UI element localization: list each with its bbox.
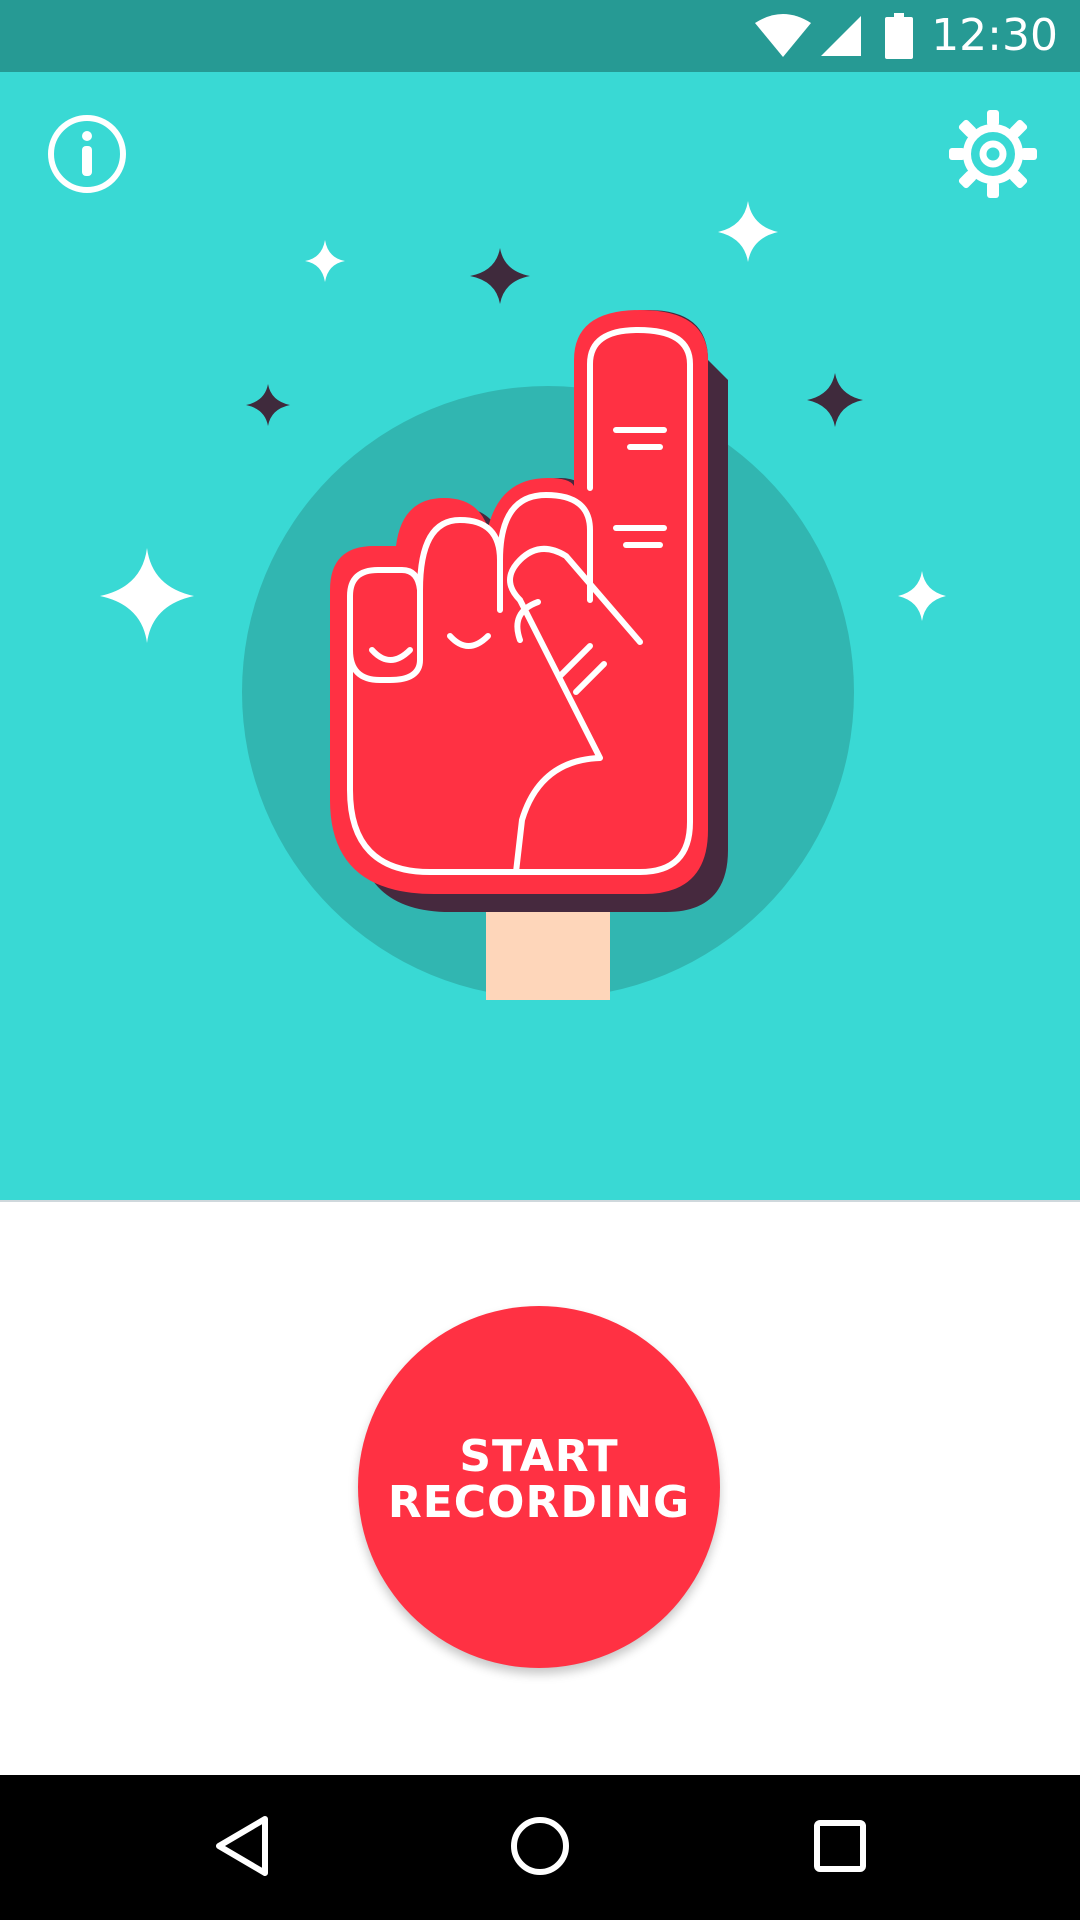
start-recording-label-line2: RECORDING (387, 1477, 691, 1528)
gear-icon (945, 106, 1041, 202)
foam-finger-illustration (0, 72, 1080, 1200)
back-button[interactable] (171, 1775, 311, 1920)
sparkle-dark (470, 248, 530, 304)
cell-signal-icon (819, 14, 863, 58)
recents-icon (813, 1819, 867, 1877)
navigation-bar (0, 1775, 1080, 1920)
sparkle-dark (807, 373, 863, 427)
wifi-icon (753, 13, 813, 59)
back-icon (211, 1813, 271, 1883)
battery-icon (885, 13, 914, 59)
settings-button[interactable] (945, 106, 1041, 202)
status-icons: 12:30 (753, 0, 1058, 72)
sparkle-dark (246, 384, 290, 426)
status-clock: 12:30 (931, 10, 1058, 61)
info-button[interactable] (39, 106, 135, 202)
foam-finger-stick (486, 900, 610, 1000)
recents-button[interactable] (770, 1775, 910, 1920)
start-recording-button[interactable]: START RECORDING (358, 1306, 720, 1668)
home-button[interactable] (470, 1775, 610, 1920)
sparkle-white (100, 548, 194, 643)
sparkle-white (898, 571, 946, 621)
sparkle-white (718, 201, 778, 262)
sparkle-white (305, 240, 345, 282)
status-bar: 12:30 (0, 0, 1080, 72)
info-icon (39, 106, 135, 202)
home-icon (509, 1815, 571, 1881)
